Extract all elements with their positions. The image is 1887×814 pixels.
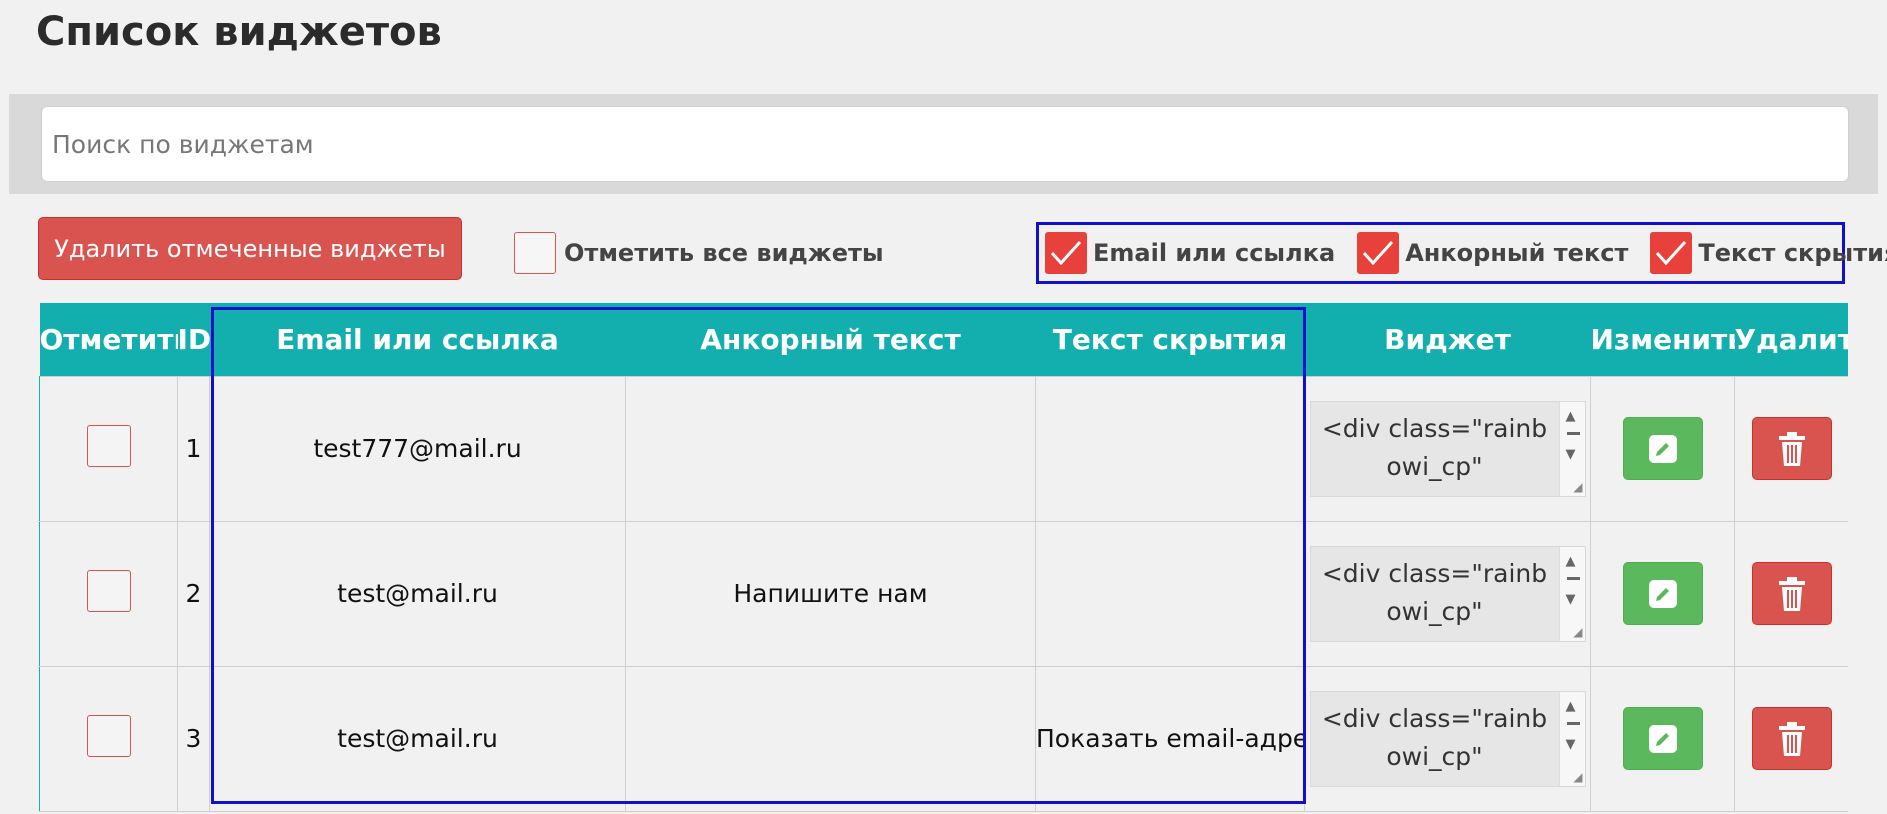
row-anchor (625, 665, 1036, 812)
header-widget: Виджет (1304, 303, 1591, 376)
scroll-thumb[interactable] (1566, 431, 1580, 435)
checkmark-icon[interactable] (1650, 232, 1693, 274)
check-all-label: Отметить все виджеты (564, 239, 884, 267)
header-email: Email или ссылка (209, 303, 626, 376)
widget-code-text: <div class="rainbowi_cp" (1321, 558, 1548, 626)
trash-icon (1778, 431, 1805, 466)
row-email: test@mail.ru (209, 520, 626, 667)
checkmark-icon[interactable] (1357, 232, 1400, 274)
resize-grip-icon[interactable]: ◢ (1573, 625, 1582, 639)
widget-code-textarea[interactable]: <div class="rainbowi_cp" ▲ ▼ ◢ (1309, 545, 1586, 642)
scroll-thumb[interactable] (1566, 721, 1580, 725)
resize-grip-icon[interactable]: ◢ (1573, 770, 1582, 784)
trash-icon (1778, 721, 1805, 756)
scroll-down-icon[interactable]: ▼ (1566, 592, 1576, 607)
widget-code-text: <div class="rainbowi_cp" (1321, 413, 1548, 481)
scroll-up-icon[interactable]: ▲ (1566, 554, 1576, 569)
widgets-table: Отметить ID Email или ссылка Анкорный те… (39, 303, 1848, 814)
table-row: 1 test777@mail.ru <div class="rainbowi_c… (39, 375, 1848, 522)
delete-button[interactable] (1751, 417, 1832, 480)
row-checkbox[interactable] (86, 569, 131, 612)
header-delete: Удалить (1734, 303, 1848, 376)
row-hide-text (1035, 375, 1305, 522)
search-input[interactable] (41, 106, 1849, 182)
row-checkbox[interactable] (86, 424, 131, 467)
scroll-down-icon[interactable]: ▼ (1566, 447, 1576, 462)
widget-code-text: <div class="rainbowi_cp" (1321, 703, 1548, 771)
edit-button[interactable] (1622, 417, 1703, 480)
delete-button[interactable] (1751, 707, 1832, 770)
checkmark-icon[interactable] (1045, 232, 1087, 274)
header-select: Отметить (39, 303, 178, 376)
row-hide-text (1035, 520, 1305, 667)
table-header-row: Отметить ID Email или ссылка Анкорный те… (39, 303, 1848, 376)
column-toggles: Email или ссылка Анкорный текст Текст ск… (1036, 222, 1887, 284)
row-id: 2 (177, 520, 210, 667)
delete-checked-button[interactable]: Удалить отмеченные виджеты (38, 217, 462, 280)
toggle-email-column[interactable]: Email или ссылка (1045, 232, 1335, 274)
table-row: 2 test@mail.ru Напишите нам <div class="… (39, 520, 1848, 667)
header-hide-text: Текст скрытия (1035, 303, 1305, 376)
search-bar (9, 94, 1878, 194)
trash-icon (1778, 576, 1805, 611)
row-anchor: Напишите нам (625, 520, 1036, 667)
widget-code-textarea[interactable]: <div class="rainbowi_cp" ▲ ▼ ◢ (1309, 400, 1586, 497)
row-email: test@mail.ru (209, 665, 626, 812)
toggle-anchor-column[interactable]: Анкорный текст (1357, 232, 1628, 274)
row-hide-text: Показать email-адрес (1035, 665, 1305, 812)
table-row: 3 test@mail.ru Показать email-адрес <div… (39, 665, 1848, 812)
pencil-icon (1648, 724, 1677, 753)
row-email: test777@mail.ru (209, 375, 626, 522)
resize-grip-icon[interactable]: ◢ (1573, 480, 1582, 494)
scroll-thumb[interactable] (1566, 576, 1580, 580)
scroll-down-icon[interactable]: ▼ (1566, 737, 1576, 752)
toggle-label: Текст скрытия (1698, 239, 1887, 267)
pencil-icon (1648, 434, 1677, 463)
check-all-checkbox[interactable] (514, 232, 556, 274)
row-id: 3 (177, 665, 210, 812)
widget-code-textarea[interactable]: <div class="rainbowi_cp" ▲ ▼ ◢ (1309, 690, 1586, 787)
row-checkbox[interactable] (86, 714, 131, 757)
header-edit: Изменить (1590, 303, 1735, 376)
edit-button[interactable] (1622, 707, 1703, 770)
edit-button[interactable] (1622, 562, 1703, 625)
check-all[interactable]: Отметить все виджеты (514, 232, 884, 274)
delete-button[interactable] (1751, 562, 1832, 625)
toggle-hide-text-column[interactable]: Текст скрытия (1650, 232, 1887, 274)
header-anchor: Анкорный текст (625, 303, 1036, 376)
scroll-up-icon[interactable]: ▲ (1566, 699, 1576, 714)
row-id: 1 (177, 375, 210, 522)
row-anchor (625, 375, 1036, 522)
page-title: Список виджетов (36, 9, 442, 55)
header-id: ID (177, 303, 210, 376)
toggle-label: Анкорный текст (1405, 239, 1629, 267)
scroll-up-icon[interactable]: ▲ (1566, 409, 1576, 424)
toggle-label: Email или ссылка (1093, 239, 1336, 267)
pencil-icon (1648, 579, 1677, 608)
